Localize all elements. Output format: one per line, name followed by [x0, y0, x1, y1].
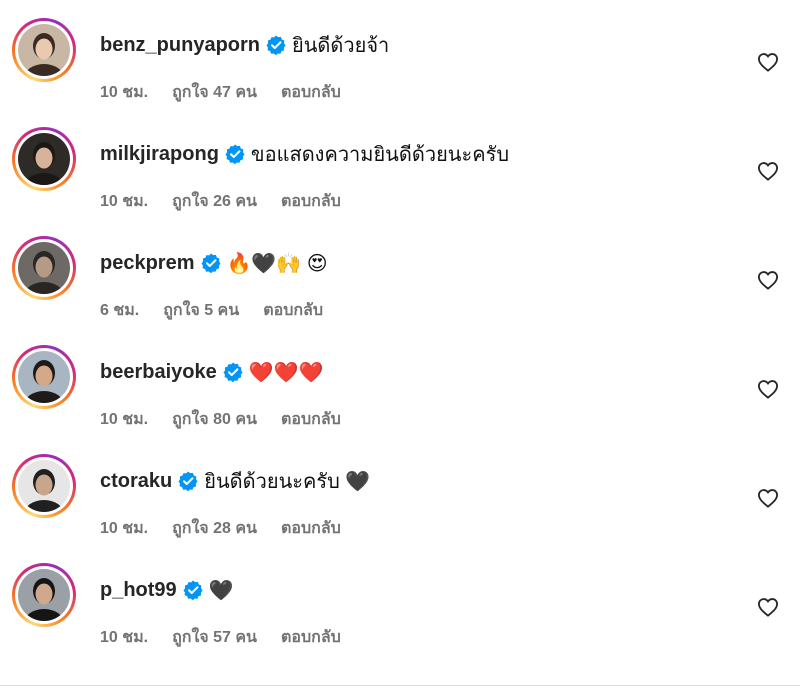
verified-badge-icon [266, 35, 286, 56]
like-heart-icon[interactable] [757, 161, 779, 181]
username-link[interactable]: p_hot99 [100, 579, 177, 602]
avatar [18, 24, 70, 76]
comment-text: ยินดีด้วยนะครับ 🖤 [204, 471, 371, 493]
avatar-story-ring[interactable] [12, 345, 76, 409]
verified-badge-icon [223, 362, 243, 383]
username-link[interactable]: peckprem [100, 252, 195, 275]
comment-time: 10 ชม. [100, 411, 149, 428]
comment-time: 10 ชม. [100, 84, 149, 101]
likes-count-link[interactable]: ถูกใจ 26 คน [172, 189, 257, 214]
avatar [18, 133, 70, 185]
reply-button[interactable]: ตอบกลับ [263, 298, 323, 323]
username-link[interactable]: milkjirapong [100, 143, 219, 166]
verified-badge-icon [183, 580, 203, 601]
avatar [18, 569, 70, 621]
verified-badge-icon [225, 144, 245, 165]
reply-button[interactable]: ตอบกลับ [281, 625, 341, 650]
comment-time: 6 ชม. [100, 302, 140, 319]
comment-text: 🔥🖤🙌 😍 [226, 252, 328, 275]
like-heart-icon[interactable] [757, 597, 779, 617]
comment-text: ❤️❤️❤️ [248, 361, 324, 384]
comment-time: 10 ชม. [100, 629, 149, 646]
like-heart-icon[interactable] [757, 488, 779, 508]
avatar-story-ring[interactable] [12, 236, 76, 300]
likes-count-link[interactable]: ถูกใจ 28 คน [172, 516, 257, 541]
like-heart-icon[interactable] [757, 379, 779, 399]
comment-item: milkjirapong ขอแสดงความยินดีด้วยนะครับ 1… [0, 127, 800, 227]
comment-item: benz_punyaporn ยินดีด้วยจ้า 10 ชม. ถูกใจ… [0, 18, 800, 118]
avatar-story-ring[interactable] [12, 127, 76, 191]
likes-count-link[interactable]: ถูกใจ 57 คน [172, 625, 257, 650]
verified-badge-icon [200, 253, 221, 274]
likes-count-link[interactable]: ถูกใจ 5 คน [163, 298, 239, 323]
comment-item: beerbaiyoke ❤️❤️❤️ 10 ชม. ถูกใจ 80 คน ตอ… [0, 345, 800, 445]
avatar-story-ring[interactable] [12, 454, 76, 518]
comment-item: peckprem 🔥🖤🙌 😍 6 ชม. ถูกใจ 5 คน ตอบกลับ [0, 236, 800, 336]
comment-text: ขอแสดงความยินดีด้วยนะครับ [250, 144, 510, 166]
comment-text: 🖤 [208, 579, 234, 602]
comment-item: ctoraku ยินดีด้วยนะครับ 🖤 10 ชม. ถูกใจ 2… [0, 454, 800, 554]
avatar-story-ring[interactable] [12, 18, 76, 82]
likes-count-link[interactable]: ถูกใจ 80 คน [172, 407, 257, 432]
like-heart-icon[interactable] [757, 270, 779, 290]
avatar [18, 351, 70, 403]
username-link[interactable]: ctoraku [100, 470, 172, 493]
divider [0, 685, 800, 686]
likes-count-link[interactable]: ถูกใจ 47 คน [172, 80, 257, 105]
comment-time: 10 ชม. [100, 193, 149, 210]
reply-button[interactable]: ตอบกลับ [281, 80, 341, 105]
avatar-story-ring[interactable] [12, 563, 76, 627]
comment-item: p_hot99 🖤 10 ชม. ถูกใจ 57 คน ตอบกลับ [0, 563, 800, 663]
verified-badge-icon [178, 471, 198, 492]
reply-button[interactable]: ตอบกลับ [281, 516, 341, 541]
reply-button[interactable]: ตอบกลับ [281, 407, 341, 432]
avatar [18, 242, 70, 294]
reply-button[interactable]: ตอบกลับ [281, 189, 341, 214]
avatar [18, 460, 70, 512]
like-heart-icon[interactable] [757, 52, 779, 72]
username-link[interactable]: beerbaiyoke [100, 361, 217, 384]
comment-text: ยินดีด้วยจ้า [292, 35, 390, 57]
comment-time: 10 ชม. [100, 520, 149, 537]
username-link[interactable]: benz_punyaporn [100, 34, 260, 57]
